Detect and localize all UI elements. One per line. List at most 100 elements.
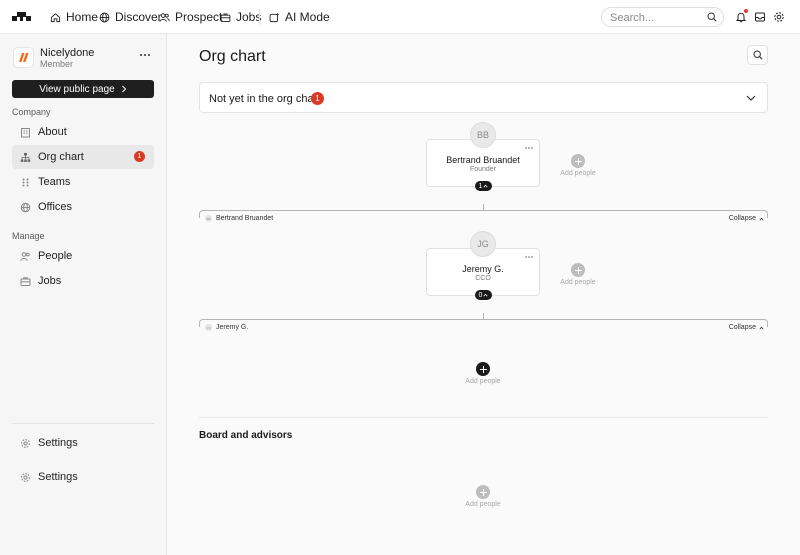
building-icon [21, 127, 30, 137]
top-bar: Home Discover Prospect Jobs AI Mode [0, 0, 800, 34]
nav-discover-label: Discover [115, 10, 162, 24]
add-people-button[interactable] [476, 485, 490, 499]
branch-connector [199, 210, 768, 218]
branch-manager-name: Bertrand Bruandet [216, 215, 274, 222]
branch-manager-name: Jeremy G. [216, 324, 249, 331]
more-options-icon[interactable] [138, 50, 152, 60]
sidebar-item-org-chart[interactable]: Org chart 1 [12, 145, 154, 169]
sidebar-item-offices-label: Offices [38, 201, 73, 213]
sidebar-item-jobs-label: Jobs [38, 275, 62, 287]
add-people-label: Add people [465, 501, 501, 508]
org-logo [13, 47, 34, 68]
node-role: CCO [475, 275, 491, 282]
sidebar-item-teams-label: Teams [38, 176, 71, 188]
sidebar: Nicelydone Member View public page Compa… [0, 34, 167, 555]
sidebar-item-people-label: People [38, 250, 73, 262]
nav-home-label: Home [66, 10, 99, 24]
gear-icon[interactable] [773, 11, 785, 23]
view-public-page-label: View public page [39, 83, 115, 95]
not-in-org-chart-label: Not yet in the org chart [209, 93, 321, 105]
branch-header: BB Bertrand Bruandet [205, 215, 273, 222]
more-options-icon[interactable] [524, 146, 534, 150]
nav-discover[interactable]: Discover [99, 10, 162, 24]
people-icon [159, 12, 170, 22]
nav-ai-mode[interactable]: AI Mode [269, 10, 330, 24]
not-in-org-chart-panel[interactable]: Not yet in the org chart 1 [199, 82, 768, 113]
nav-ai-mode-label: AI Mode [285, 10, 330, 24]
search-button[interactable] [747, 45, 768, 65]
app-logo-icon[interactable] [12, 10, 31, 22]
company-section-label: Company [12, 107, 51, 117]
sidebar-item-people[interactable]: People [12, 244, 154, 268]
org-role: Member [40, 59, 74, 69]
chevron-up-icon [759, 326, 764, 329]
search-icon[interactable] [707, 12, 717, 22]
sidebar-item-about[interactable]: About [12, 120, 154, 144]
search-box [601, 7, 724, 27]
briefcase-icon [220, 13, 231, 22]
chevron-up-icon [483, 184, 488, 188]
avatar: JG [470, 231, 496, 257]
sidebar-divider [12, 423, 154, 424]
ai-sparkle-icon [269, 12, 280, 22]
sidebar-settings-1-label: Settings [38, 437, 78, 449]
chevron-up-icon [483, 293, 488, 297]
branch-connector [199, 319, 768, 327]
node-name: Jeremy G. [462, 264, 504, 274]
org-chart-icon [20, 152, 31, 162]
collapse-label: Collapse [728, 215, 756, 222]
sidebar-settings-2-label: Settings [38, 471, 78, 483]
people-icon [20, 251, 30, 261]
chevron-down-icon[interactable] [746, 94, 756, 102]
reports-toggle[interactable]: 1 [475, 181, 492, 191]
reports-toggle[interactable]: 0 [475, 290, 492, 300]
sidebar-item-offices[interactable]: Offices [12, 195, 154, 219]
sidebar-item-jobs[interactable]: Jobs [12, 269, 154, 293]
nav-prospect[interactable]: Prospect [159, 10, 222, 24]
notification-dot [744, 9, 748, 13]
sidebar-item-about-label: About [38, 126, 67, 138]
node-role: Founder [469, 166, 497, 173]
nav-home[interactable]: Home [50, 10, 98, 24]
gear-icon [21, 472, 30, 482]
mini-avatar: BB [205, 215, 212, 222]
reports-count: 0 [478, 291, 483, 299]
globe-icon [99, 12, 110, 22]
view-public-page-button[interactable]: View public page [12, 80, 154, 98]
add-people-label: Add people [465, 378, 501, 385]
gear-icon [21, 438, 30, 448]
node-name: Bertrand Bruandet [446, 155, 520, 165]
chevron-up-icon [759, 217, 764, 220]
more-options-icon[interactable] [524, 255, 534, 259]
section-divider [199, 417, 768, 418]
collapse-label: Collapse [728, 324, 756, 331]
board-advisors-title: Board and advisors [199, 430, 293, 441]
not-in-org-chart-count: 1 [311, 92, 324, 105]
manage-section-label: Manage [12, 231, 45, 241]
branch-header: JG Jeremy G. [205, 324, 248, 331]
globe-icon [20, 202, 31, 212]
add-people-label: Add people [560, 279, 596, 286]
sidebar-settings-1[interactable]: Settings [12, 431, 154, 455]
mini-avatar: JG [205, 324, 212, 331]
briefcase-icon [20, 276, 31, 286]
add-people-button[interactable] [571, 154, 585, 168]
add-people-label: Add people [560, 170, 596, 177]
search-input[interactable] [610, 11, 705, 24]
add-people-button[interactable] [571, 263, 585, 277]
org-chart-badge: 1 [134, 151, 145, 162]
org-name: Nicelydone [40, 47, 95, 59]
inbox-icon[interactable] [754, 11, 766, 23]
home-icon [50, 12, 61, 22]
search-icon [753, 50, 763, 60]
collapse-toggle[interactable]: Collapse [729, 215, 764, 222]
page-title: Org chart [199, 48, 266, 65]
add-people-button[interactable] [476, 362, 490, 376]
sidebar-settings-2[interactable]: Settings [12, 465, 154, 489]
nav-jobs[interactable]: Jobs [220, 10, 261, 24]
teams-icon [22, 178, 29, 186]
sidebar-item-teams[interactable]: Teams [12, 170, 154, 194]
reports-count: 1 [478, 182, 483, 190]
nav-divider [259, 9, 260, 25]
collapse-toggle[interactable]: Collapse [729, 324, 764, 331]
